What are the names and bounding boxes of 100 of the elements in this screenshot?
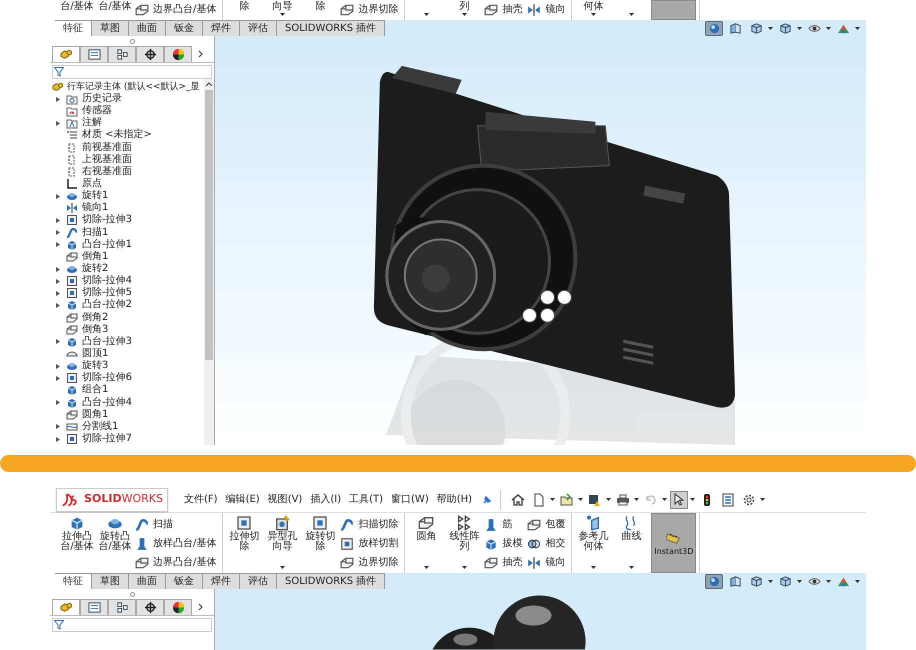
view-tool-button[interactable] — [705, 574, 723, 588]
toolbar-button[interactable] — [670, 490, 688, 508]
pin-icon[interactable] — [482, 494, 492, 504]
caret-icon[interactable] — [768, 580, 773, 582]
tree-item[interactable]: 前视基准面 — [82, 142, 132, 153]
panel-tab[interactable] — [108, 46, 136, 62]
caret-icon[interactable] — [855, 26, 860, 30]
menu-item[interactable]: 帮助(H) — [434, 492, 474, 507]
ribbon-tab[interactable]: 特征 — [55, 573, 92, 589]
caret-icon[interactable] — [590, 566, 596, 569]
panel-tab[interactable] — [52, 599, 80, 615]
scroll-thumb[interactable] — [205, 90, 213, 360]
ribbon-tab[interactable]: 钣金 — [166, 20, 203, 36]
ribbon-button[interactable]: 放样切割 — [340, 535, 398, 552]
caret-icon[interactable] — [826, 580, 831, 582]
expand-arrow-icon[interactable] — [56, 278, 60, 284]
expand-arrow-icon[interactable] — [56, 290, 60, 296]
tree-item[interactable]: 凸台-拉伸1 — [82, 240, 132, 250]
panel-tab[interactable] — [164, 599, 192, 615]
ribbon-button[interactable]: 包覆 — [527, 516, 566, 533]
caret-icon[interactable] — [280, 13, 285, 16]
splitter-handle-icon[interactable] — [130, 592, 134, 596]
caret-icon[interactable] — [462, 566, 467, 569]
ribbon-button[interactable]: 扫描切除 — [340, 516, 398, 533]
panel-tab[interactable] — [136, 46, 164, 62]
caret-icon[interactable] — [628, 13, 634, 16]
tree-item[interactable]: 右视基准面 — [82, 166, 132, 177]
panel-tab[interactable] — [80, 599, 108, 615]
tree-item[interactable]: 凸台-拉伸4 — [82, 398, 132, 408]
expand-arrow-icon[interactable] — [56, 218, 60, 223]
menu-item[interactable]: 工具(T) — [347, 492, 386, 507]
chevron-right-icon[interactable] — [198, 603, 204, 611]
ribbon-button[interactable]: 列 — [446, 0, 482, 20]
ribbon-button[interactable]: 扫描 — [135, 516, 216, 533]
tree-item[interactable]: 切除-拉伸5 — [82, 288, 132, 298]
ribbon-tab[interactable]: 钣金 — [166, 573, 203, 589]
ribbon-tab[interactable]: 草图 — [92, 20, 129, 36]
expand-arrow-icon[interactable] — [56, 230, 60, 236]
ribbon-button[interactable]: 镜向 — [527, 1, 566, 18]
ribbon-button[interactable]: 镜向 — [527, 554, 566, 571]
panel-tab[interactable] — [164, 46, 192, 62]
menu-item[interactable]: 文件(F) — [182, 492, 220, 507]
caret-icon[interactable] — [760, 498, 766, 501]
menu-item[interactable]: 编辑(E) — [224, 492, 262, 507]
tree-item[interactable]: 材质 <未指定> — [82, 130, 152, 140]
ribbon-tab[interactable]: 特征 — [55, 20, 92, 36]
expand-arrow-icon[interactable] — [56, 302, 60, 308]
caret-icon[interactable] — [634, 498, 640, 501]
instant3d-button[interactable]: Instant3D — [651, 513, 696, 573]
ribbon-tab[interactable]: SOLIDWORKS 插件 — [277, 573, 386, 589]
ribbon-button[interactable]: 旋转凸台/基体 — [97, 513, 133, 573]
ribbon-tab[interactable]: 焊件 — [203, 573, 240, 589]
tree-item[interactable]: 圆顶1 — [82, 349, 108, 360]
panel-tab[interactable] — [80, 46, 108, 62]
caret-icon[interactable] — [550, 498, 556, 501]
menu-item[interactable]: 窗口(W) — [389, 492, 431, 507]
ribbon-tab[interactable]: 曲面 — [129, 573, 166, 589]
panel-tab[interactable] — [108, 599, 136, 615]
expand-arrow-icon[interactable] — [56, 339, 60, 344]
view-tool-button[interactable] — [705, 20, 723, 36]
ribbon-button[interactable]: 除 — [302, 0, 338, 20]
ribbon-button[interactable]: 除 — [226, 0, 262, 20]
ribbon-button[interactable]: 圆角 — [408, 513, 444, 573]
caret-icon[interactable] — [768, 26, 773, 30]
ribbon-button[interactable]: 曲线 — [613, 513, 650, 573]
tree-item[interactable]: 切除-拉伸3 — [82, 215, 132, 226]
ribbon-button[interactable]: 台/基体 — [97, 0, 133, 20]
caret-icon[interactable] — [424, 13, 429, 16]
tree-item[interactable]: 原点 — [82, 179, 102, 190]
ribbon-tab[interactable]: 评估 — [240, 573, 277, 589]
tree-item[interactable]: 切除-拉伸6 — [82, 373, 132, 384]
tree-item[interactable]: 旋转2 — [82, 264, 108, 274]
tree-item[interactable]: 倒角1 — [82, 252, 108, 262]
tree-item[interactable]: 圆角1 — [82, 410, 108, 420]
expand-arrow-icon[interactable] — [56, 120, 60, 126]
ribbon-tab[interactable]: 草图 — [92, 573, 129, 589]
expand-arrow-icon[interactable] — [56, 242, 60, 248]
ribbon-button[interactable]: 拉伸切除 — [226, 513, 262, 573]
expand-arrow-icon[interactable] — [56, 266, 60, 272]
ribbon-button[interactable]: 抽壳 — [484, 554, 522, 571]
tree-item[interactable]: 镜向1 — [82, 203, 108, 214]
chevron-right-icon[interactable] — [198, 50, 204, 58]
caret-icon[interactable] — [690, 498, 696, 501]
tree-item[interactable]: 历史记录 — [82, 94, 122, 104]
scroll-up-icon[interactable] — [206, 82, 212, 86]
tree-item[interactable]: 扫描1 — [82, 228, 108, 238]
ribbon-button[interactable]: 线性阵列 — [446, 513, 482, 573]
splitter-handle-icon[interactable] — [130, 38, 134, 44]
caret-icon[interactable] — [280, 566, 285, 569]
panel-tab[interactable] — [136, 599, 164, 615]
ribbon-button[interactable]: 向导 — [264, 0, 300, 20]
ribbon-tab[interactable]: 曲面 — [129, 20, 166, 36]
caret-icon[interactable] — [590, 13, 596, 16]
tree-item[interactable]: 切除-拉伸4 — [82, 276, 132, 286]
expand-arrow-icon[interactable] — [56, 194, 60, 199]
caret-icon[interactable] — [578, 498, 584, 501]
ribbon-button[interactable]: 边界切除 — [340, 554, 398, 571]
ribbon-button[interactable]: 拔模 — [484, 535, 522, 552]
caret-icon[interactable] — [797, 26, 802, 30]
ribbon-button[interactable]: 何体 — [575, 0, 612, 20]
